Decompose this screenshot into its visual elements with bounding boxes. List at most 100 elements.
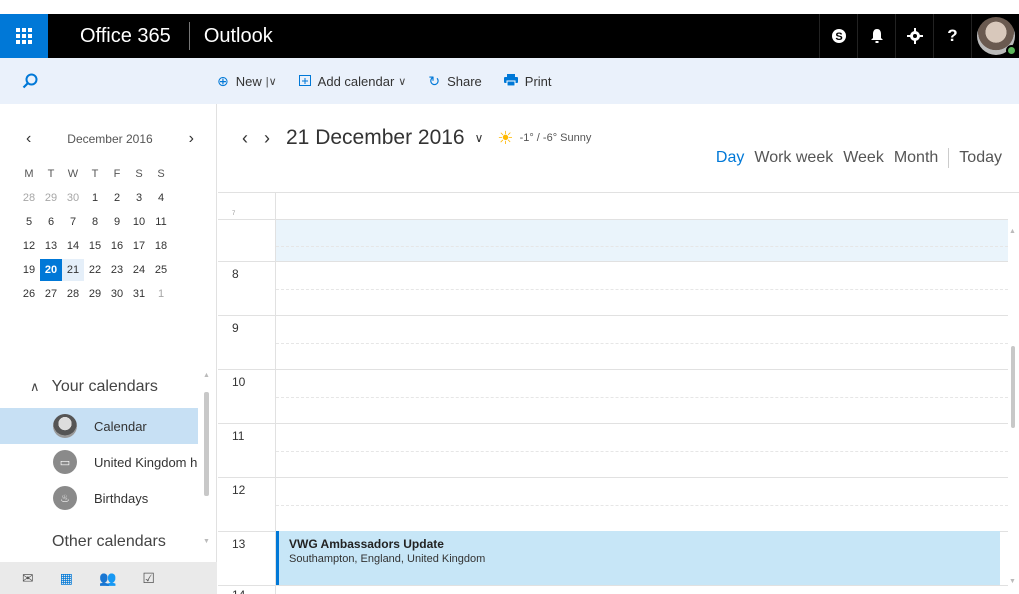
day-cell[interactable]: 19 — [18, 264, 40, 276]
day-cell[interactable]: 11 — [150, 216, 172, 228]
day-cell[interactable]: 21 — [62, 259, 84, 281]
day-grid: 7 8 9 10 11 12 13 VWG Ambassadors Update… — [218, 192, 1019, 594]
search-icon — [22, 73, 38, 89]
people-icon[interactable]: 👥 — [99, 570, 116, 587]
view-week-tab[interactable]: Week — [843, 149, 884, 167]
print-button[interactable]: Print — [503, 73, 552, 89]
day-cell[interactable]: 3 — [128, 192, 150, 204]
day-cell[interactable]: 28 — [18, 192, 40, 204]
day-cell[interactable]: 18 — [150, 240, 172, 252]
day-cell[interactable]: 16 — [106, 240, 128, 252]
day-cell[interactable]: 23 — [106, 264, 128, 276]
chevron-down-icon[interactable]: ∨ — [475, 131, 484, 145]
view-month-tab[interactable]: Month — [894, 149, 938, 167]
day-cell[interactable]: 17 — [128, 240, 150, 252]
hour-label: 10 — [232, 375, 246, 389]
day-cell[interactable]: 6 — [40, 216, 62, 228]
share-button[interactable]: ↻ Share — [428, 73, 481, 90]
scroll-down-icon[interactable]: ▼ — [203, 538, 210, 545]
calendar-item-label: Calendar — [94, 418, 147, 434]
day-cell[interactable]: 1 — [150, 288, 172, 300]
half-hour-line — [276, 451, 1008, 452]
your-calendars-toggle[interactable]: ∧ Your calendars — [30, 378, 158, 396]
svg-text:S: S — [835, 31, 842, 43]
day-cell[interactable]: 24 — [128, 264, 150, 276]
day-cell[interactable]: 29 — [84, 288, 106, 300]
weekday-label: T — [91, 168, 99, 180]
brand-label[interactable]: Office 365 — [48, 25, 189, 48]
day-cell[interactable]: 14 — [62, 240, 84, 252]
calendar-module-icon[interactable]: ▦ — [60, 570, 73, 587]
day-cell[interactable]: 31 — [128, 288, 150, 300]
scroll-thumb[interactable] — [1011, 346, 1015, 428]
tasks-icon[interactable]: ☑ — [142, 570, 155, 587]
gear-icon[interactable] — [895, 14, 933, 58]
calendar-main: ‹ › 21 December 2016 ∨ ☀ -1° / -6° Sunny… — [218, 104, 1019, 594]
day-cell[interactable]: 27 — [40, 288, 62, 300]
day-cell[interactable]: 10 — [128, 216, 150, 228]
selected-day-cell[interactable]: 20 — [40, 259, 62, 281]
scroll-up-icon[interactable]: ▲ — [1009, 228, 1016, 235]
share-icon: ↻ — [428, 72, 441, 89]
day-cell[interactable]: 4 — [150, 192, 172, 204]
day-cell[interactable]: 2 — [106, 192, 128, 204]
hour-line — [218, 585, 1008, 586]
calendar-item-birthdays[interactable]: ♨ Birthdays — [0, 480, 198, 516]
week-row: 19 20 21 22 23 24 25 — [18, 258, 208, 282]
previous-day-chevron-icon[interactable]: ‹ — [242, 128, 248, 149]
day-cell[interactable]: 15 — [84, 240, 106, 252]
day-cell[interactable]: 26 — [18, 288, 40, 300]
user-avatar-button[interactable] — [971, 14, 1019, 58]
weekday-row: M T W T F S S — [18, 162, 208, 186]
scroll-down-icon[interactable]: ▼ — [1009, 578, 1016, 585]
day-cell[interactable]: 8 — [84, 216, 106, 228]
day-cell[interactable]: 7 — [62, 216, 84, 228]
new-button[interactable]: ⊕ New |∨ — [217, 73, 277, 90]
day-cell[interactable]: 13 — [40, 240, 62, 252]
day-cell[interactable]: 30 — [62, 192, 84, 204]
day-grid-scrollbar[interactable]: ▲ ▼ — [1009, 200, 1017, 590]
mini-calendar-month[interactable]: December 2016 — [67, 132, 152, 146]
calendar-item-holidays[interactable]: ▭ United Kingdom h — [0, 444, 198, 480]
day-cell[interactable]: 1 — [84, 192, 106, 204]
bell-icon[interactable] — [857, 14, 895, 58]
day-cell[interactable]: 25 — [150, 264, 172, 276]
date-navigation: ‹ › 21 December 2016 ∨ ☀ -1° / -6° Sunny — [242, 126, 591, 150]
scroll-up-icon[interactable]: ▲ — [203, 372, 210, 379]
hour-label: 9 — [232, 321, 239, 335]
left-scrollbar[interactable]: ▲ ▼ — [203, 372, 210, 572]
app-title[interactable]: Outlook — [190, 25, 273, 48]
day-cell[interactable]: 12 — [18, 240, 40, 252]
day-cell[interactable]: 5 — [18, 216, 40, 228]
scroll-thumb[interactable] — [204, 392, 209, 496]
previous-month-chevron-icon[interactable]: ‹ — [26, 130, 31, 148]
command-bar: ⊕ New |∨ Add calendar ∨ ↻ Share Print — [0, 58, 1019, 104]
sun-icon: ☀ — [497, 127, 514, 148]
weekday-label: F — [113, 168, 121, 180]
help-icon[interactable]: ? — [933, 14, 971, 58]
view-day-tab[interactable]: Day — [716, 149, 744, 167]
day-cell[interactable]: 30 — [106, 288, 128, 300]
day-cell[interactable]: 28 — [62, 288, 84, 300]
other-calendars-title[interactable]: Other calendars — [52, 533, 166, 551]
time-slot[interactable] — [276, 220, 1008, 261]
calendar-event[interactable]: VWG Ambassadors Update Southampton, Engl… — [276, 531, 1000, 585]
app-launcher-button[interactable] — [0, 14, 48, 58]
half-hour-line — [276, 505, 1008, 506]
day-cell[interactable]: 29 — [40, 192, 62, 204]
view-work-week-tab[interactable]: Work week — [754, 149, 833, 167]
skype-icon[interactable]: S — [819, 14, 857, 58]
search-button[interactable] — [0, 58, 217, 104]
day-cell[interactable]: 9 — [106, 216, 128, 228]
calendar-item-calendar[interactable]: Calendar — [0, 408, 198, 444]
next-month-chevron-icon[interactable]: › — [189, 130, 194, 148]
cake-icon: ♨ — [53, 486, 77, 510]
add-calendar-button[interactable]: Add calendar ∨ — [298, 73, 406, 89]
mail-icon[interactable]: ✉ — [22, 570, 34, 587]
chevron-down-icon[interactable]: |∨ — [266, 75, 277, 88]
current-date-label[interactable]: 21 December 2016 — [286, 126, 465, 150]
hour-label: 14 — [232, 588, 245, 594]
day-cell[interactable]: 22 — [84, 264, 106, 276]
today-button[interactable]: Today — [959, 149, 1002, 167]
next-day-chevron-icon[interactable]: › — [264, 128, 270, 149]
